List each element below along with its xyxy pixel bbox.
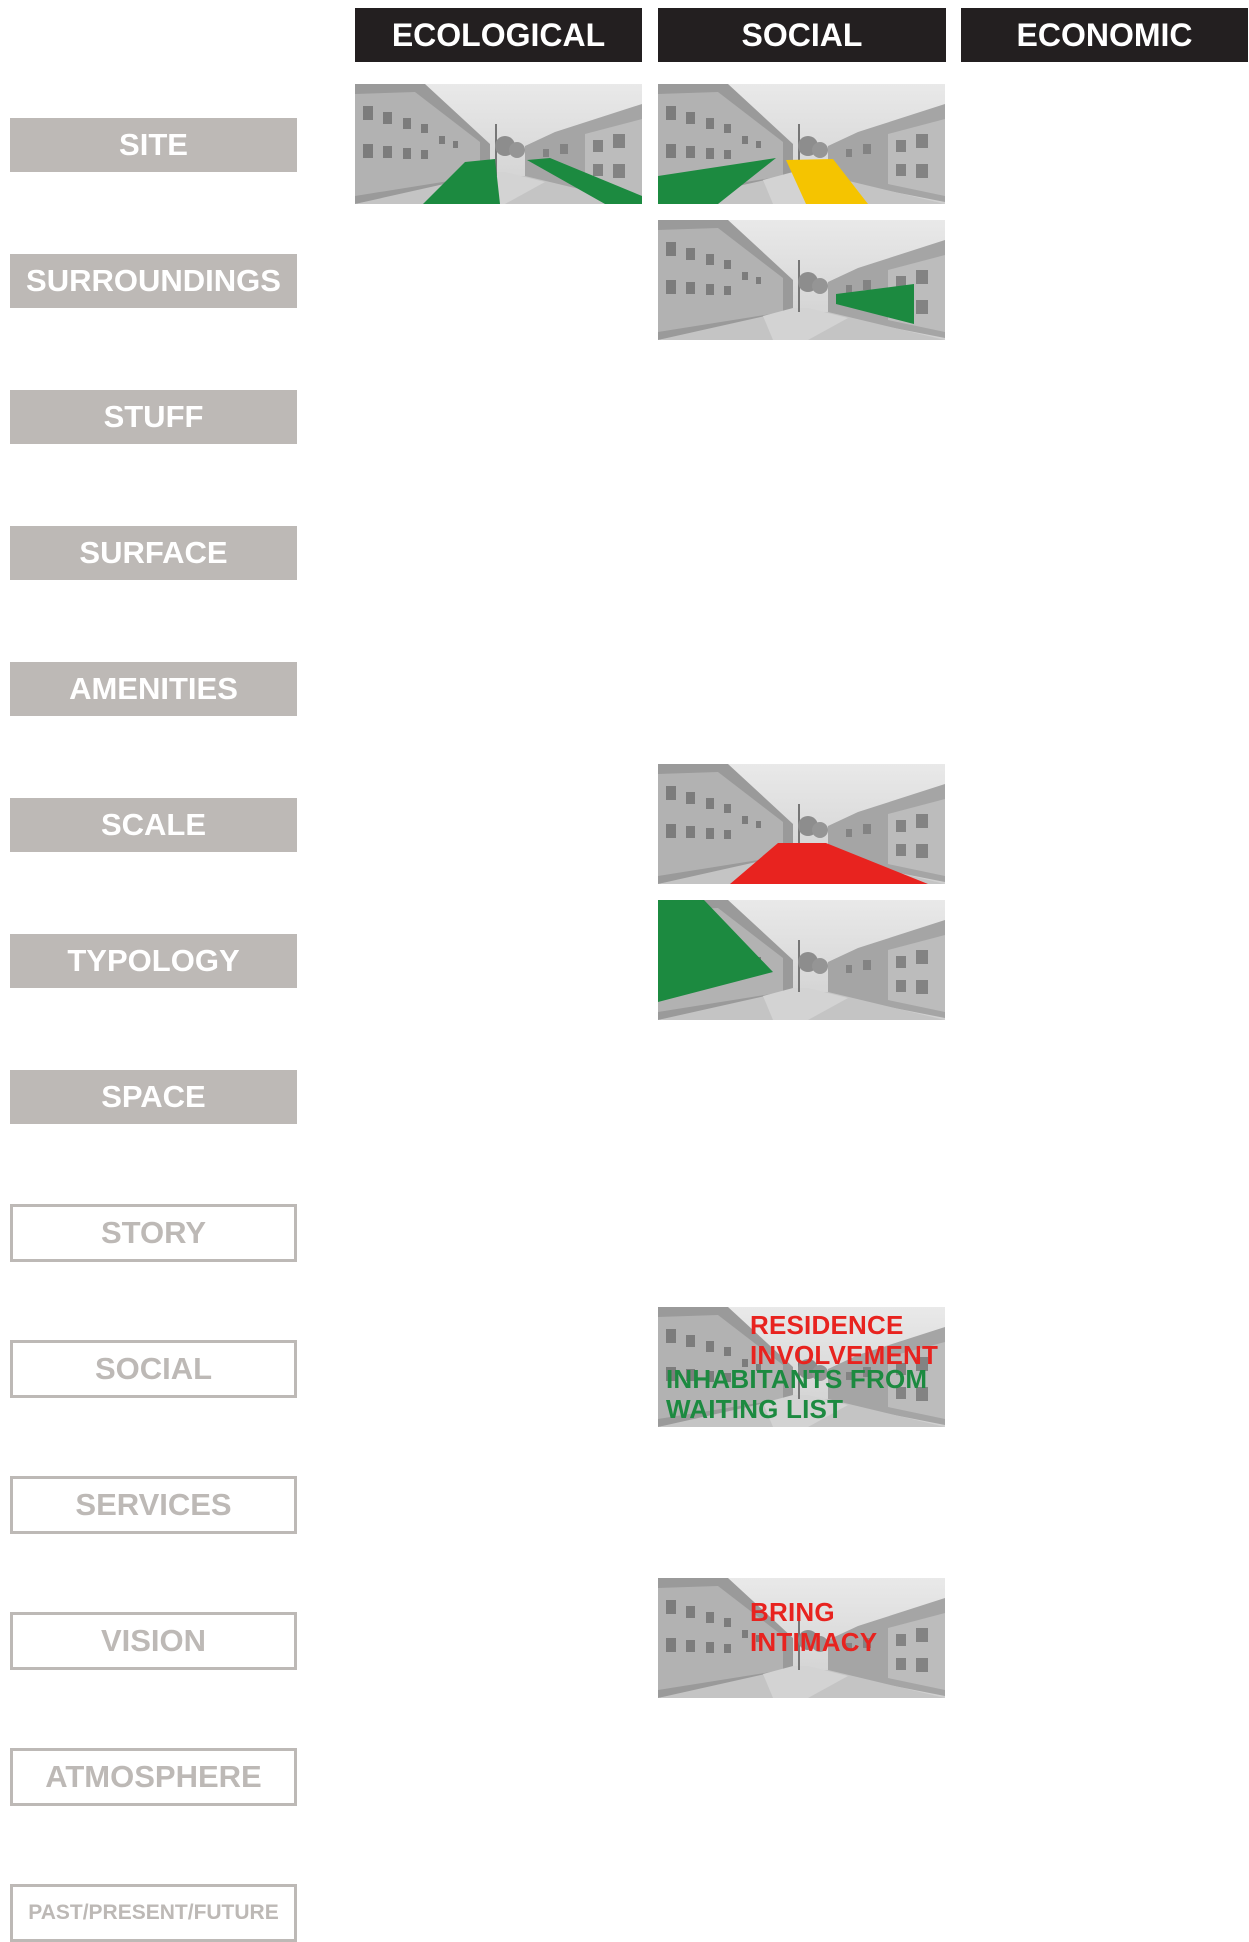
site-ecological-image [355, 84, 642, 204]
row-label-services: SERVICES [10, 1476, 297, 1534]
column-header-economic: ECONOMIC [961, 8, 1248, 62]
row-label-amenities: AMENITIES [10, 662, 297, 716]
row-label-site: SITE [10, 118, 297, 172]
row-label-story: STORY [10, 1204, 297, 1262]
social-social-image: RESIDENCE INVOLVEMENT INHABITANTS FROM W… [658, 1307, 945, 1427]
vision-text-line-2: INTIMACY [750, 1627, 878, 1657]
social-text-line-1: RESIDENCE [750, 1310, 904, 1340]
scale-social-image [658, 764, 945, 884]
row-label-scale: SCALE [10, 798, 297, 852]
site-social-image [658, 84, 945, 204]
row-label-typology: TYPOLOGY [10, 934, 297, 988]
row-label-space: SPACE [10, 1070, 297, 1124]
typology-social-image [658, 900, 945, 1020]
row-label-surface: SURFACE [10, 526, 297, 580]
social-text-line-3: INHABITANTS FROM [666, 1364, 928, 1394]
row-label-social: SOCIAL [10, 1340, 297, 1398]
surroundings-social-image [658, 220, 945, 340]
vision-social-image: BRING INTIMACY [658, 1578, 945, 1698]
row-label-stuff: STUFF [10, 390, 297, 444]
column-header-social: SOCIAL [658, 8, 946, 62]
vision-text-line-1: BRING [750, 1597, 835, 1627]
row-label-surroundings: SURROUNDINGS [10, 254, 297, 308]
row-label-atmosphere: ATMOSPHERE [10, 1748, 297, 1806]
row-label-vision: VISION [10, 1612, 297, 1670]
row-label-past-present-future: PAST/PRESENT/FUTURE [10, 1884, 297, 1942]
social-text-line-4: WAITING LIST [666, 1394, 844, 1424]
column-header-ecological: ECOLOGICAL [355, 8, 642, 62]
